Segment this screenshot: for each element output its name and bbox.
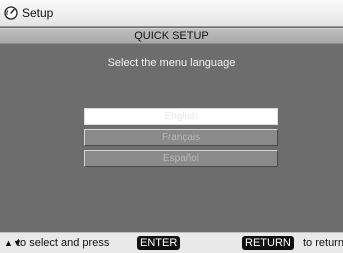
return-key-badge: RETURN (242, 236, 294, 250)
language-option-francais[interactable]: Français (84, 129, 278, 146)
page-title: QUICK SETUP (134, 30, 209, 42)
window-title: Setup (22, 6, 54, 20)
enter-key-badge: ENTER (137, 236, 181, 250)
language-option-espanol[interactable]: Español (84, 150, 278, 167)
language-prompt: Select the menu language (107, 57, 236, 69)
title-bar: Setup (0, 0, 343, 27)
header-bar: QUICK SETUP (0, 28, 343, 44)
footer-hint-bar: ▲▼ to select and press ENTER RETURN to r… (0, 232, 343, 253)
language-option-english[interactable]: English (84, 108, 278, 125)
setup-gauge-icon (4, 6, 18, 20)
main-panel: Select the menu language English Françai… (0, 44, 343, 232)
return-hint-text: to return (303, 237, 343, 249)
select-hint-text: to select and press (17, 237, 110, 249)
